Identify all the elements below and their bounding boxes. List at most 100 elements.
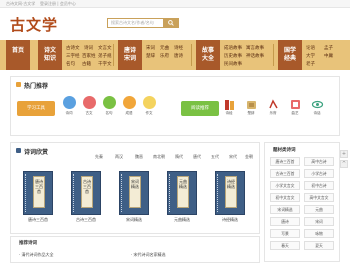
dynasty-tab[interactable]: 南北朝: [153, 154, 165, 160]
nav-link[interactable]: 百家姓: [82, 53, 96, 59]
section-marker-icon: [16, 82, 21, 87]
site-logo[interactable]: 古文学: [10, 14, 58, 35]
nav-link[interactable]: 孟子: [324, 45, 333, 51]
lesson-icon[interactable]: [289, 96, 302, 109]
book-cover[interactable]: 唐诗三百首: [23, 171, 53, 215]
topic-tag[interactable]: 宋词精选: [270, 205, 300, 214]
topic-tag[interactable]: 小学古诗: [304, 169, 334, 178]
icon-label: 曲艺: [291, 111, 299, 115]
topbar-right-text[interactable]: 登录注册 | 会员中心: [40, 1, 76, 7]
icon-label: 作文: [145, 111, 153, 115]
idiom-icon[interactable]: [123, 96, 136, 109]
dynasty-tab[interactable]: 隋代: [175, 154, 183, 160]
book-caption[interactable]: 诗经精选: [210, 217, 250, 223]
section-marker-icon: [16, 148, 21, 153]
list-item[interactable]: · 清代诗词作品大全: [19, 252, 54, 258]
topic-tag[interactable]: 夏天: [304, 241, 334, 250]
list-item[interactable]: · 宋代诗词名家精选: [131, 252, 166, 258]
scroll-icon[interactable]: [245, 96, 258, 109]
nav-link[interactable]: 乐府: [160, 53, 169, 59]
nav-link[interactable]: 寓言故事: [246, 45, 264, 51]
topic-tag[interactable]: 初中文言文: [270, 193, 300, 202]
nav-link[interactable]: 弟子规: [98, 53, 112, 59]
topic-tag[interactable]: 古诗三百首: [270, 169, 300, 178]
nav-link[interactable]: 楚辞: [146, 53, 155, 59]
nav-link[interactable]: 诗经: [174, 45, 183, 51]
nav-link[interactable]: 宋词: [146, 45, 155, 51]
topic-tag[interactable]: 初中古诗: [304, 181, 334, 190]
nav-link[interactable]: 成语故事: [224, 45, 242, 51]
reading-recommend-button[interactable]: 阅读推荐: [181, 101, 219, 116]
book-cover[interactable]: 元曲精选: [167, 171, 197, 215]
dynasty-tab[interactable]: 五代: [211, 154, 219, 160]
nav-link[interactable]: 诗词: [84, 45, 93, 51]
nav-link[interactable]: 唐诗: [174, 53, 183, 59]
topic-tag[interactable]: 宋词: [304, 217, 334, 226]
dynasty-tab[interactable]: 宋代: [229, 154, 237, 160]
topbar-left-text: 古诗文网·古文学: [6, 1, 36, 6]
dynasty-tab[interactable]: 两汉: [115, 154, 123, 160]
back-to-top-icon[interactable]: ^: [340, 160, 348, 168]
nav-block-classics[interactable]: 国学 经典: [278, 40, 302, 70]
nav-link[interactable]: 名句: [66, 61, 75, 67]
topic-tag[interactable]: 高中古诗: [304, 157, 334, 166]
section-title: 题材类诗词: [273, 148, 296, 153]
ancient-text-icon[interactable]: [83, 96, 96, 109]
search-button[interactable]: [163, 19, 178, 27]
book-cover[interactable]: 古诗三百首: [71, 171, 101, 215]
nav-link[interactable]: 元曲: [160, 45, 169, 51]
topic-tag[interactable]: 元曲: [304, 205, 334, 214]
nav-link[interactable]: 文言文: [98, 45, 112, 51]
topic-poems-panel: 题材类诗词 唐诗三百首 高中古诗 古诗三百首 小学古诗 小学文言文 初中古诗 初…: [264, 142, 340, 262]
icon-label: 成语: [125, 111, 133, 115]
nav-link[interactable]: 历史故事: [224, 53, 242, 59]
nav-link[interactable]: 神话故事: [246, 53, 264, 59]
dynasty-tab[interactable]: 金朝: [245, 154, 253, 160]
book-caption[interactable]: 元曲精选: [162, 217, 202, 223]
nav-block-knowledge[interactable]: 诗文 知识: [38, 40, 62, 70]
nav-link[interactable]: 论语: [306, 45, 315, 51]
nav-link[interactable]: 民间故事: [224, 61, 242, 67]
nav-link[interactable]: 千字文: [98, 61, 112, 67]
nav-link[interactable]: 古籍: [82, 61, 91, 67]
nav-block-home[interactable]: 首页: [6, 40, 30, 70]
search-icon: [168, 20, 174, 26]
essay-icon[interactable]: [143, 96, 156, 109]
section-title: 推荐诗词: [19, 241, 37, 246]
icon-label: 诗词: [65, 111, 73, 115]
book-caption[interactable]: 宋词精选: [114, 217, 154, 223]
recommended-list-panel: 推荐诗词 · 清代诗词作品大全 · 宋代诗词名家精选: [10, 236, 260, 263]
nav-block-stories[interactable]: 故事 大全: [196, 40, 220, 70]
dynasty-tab[interactable]: 魏晋: [135, 154, 143, 160]
icon-label: 乐府: [269, 111, 277, 115]
nav-link[interactable]: 老子: [306, 61, 315, 67]
study-tools-button[interactable]: 学习工具: [17, 101, 55, 116]
book-caption[interactable]: 古诗三百首: [66, 217, 106, 223]
nav-link[interactable]: 古诗文: [66, 45, 80, 51]
main-nav: 首页 诗文 知识 唐诗 宋词 故事 大全 国学 经典 古诗文 诗词 文言文 三字…: [0, 40, 350, 70]
book-caption[interactable]: 唐诗三百首: [18, 217, 58, 223]
book-cover[interactable]: 宋词精选: [119, 171, 149, 215]
topic-tag[interactable]: 写景: [270, 229, 300, 238]
book-stack-icon[interactable]: [223, 96, 236, 110]
poem-icon[interactable]: [63, 96, 76, 109]
topic-tag[interactable]: 唐诗三百首: [270, 157, 300, 166]
topic-tag[interactable]: 小学文言文: [270, 181, 300, 190]
nav-link[interactable]: 三字经: [66, 53, 80, 59]
top-strip: 古诗文网·古文学 登录注册 | 会员中心: [0, 0, 350, 8]
quote-icon[interactable]: [103, 96, 116, 109]
book-cover[interactable]: 诗经精选: [215, 171, 245, 215]
eye-icon[interactable]: [311, 96, 324, 109]
share-icon[interactable]: +: [340, 150, 348, 158]
nav-link[interactable]: 大学: [306, 53, 315, 59]
nav-link[interactable]: 中庸: [324, 53, 333, 59]
calligraphy-icon[interactable]: [267, 96, 280, 109]
topic-tag[interactable]: 咏物: [304, 229, 334, 238]
topic-tag[interactable]: 高中文言文: [304, 193, 334, 202]
topic-tag[interactable]: 春天: [270, 241, 300, 250]
topic-tag[interactable]: 唐诗: [270, 217, 300, 226]
nav-block-poetry[interactable]: 唐诗 宋词: [118, 40, 142, 70]
dynasty-tab[interactable]: 先秦: [95, 154, 103, 160]
dynasty-tab[interactable]: 唐代: [193, 154, 201, 160]
section-title: 诗词欣赏: [24, 149, 49, 156]
